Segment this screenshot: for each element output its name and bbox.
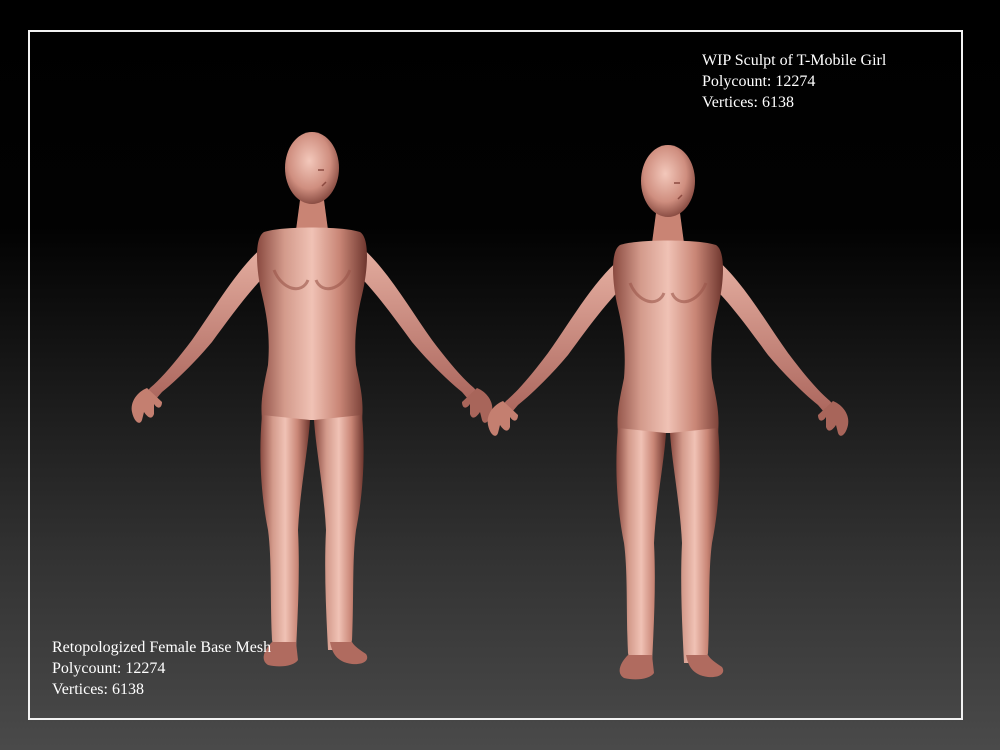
basemesh-vertices: Vertices: 6138 [52, 681, 144, 698]
render-viewport: WIP Sculpt of T-Mobile Girl Polycount: 1… [0, 0, 1000, 750]
base-mesh-figure [130, 130, 494, 668]
sculpt-polycount: Polycount: 12274 [702, 73, 816, 90]
basemesh-caption: Retopologized Female Base Mesh Polycount… [52, 637, 271, 700]
basemesh-polycount: Polycount: 12274 [52, 660, 166, 677]
sculpt-vertices: Vertices: 6138 [702, 94, 794, 111]
basemesh-title: Retopologized Female Base Mesh [52, 639, 272, 656]
sculpt-figure [486, 143, 850, 681]
sculpt-title: WIP Sculpt of T-Mobile Girl [702, 52, 887, 69]
sculpt-caption: WIP Sculpt of T-Mobile Girl Polycount: 1… [702, 50, 886, 113]
